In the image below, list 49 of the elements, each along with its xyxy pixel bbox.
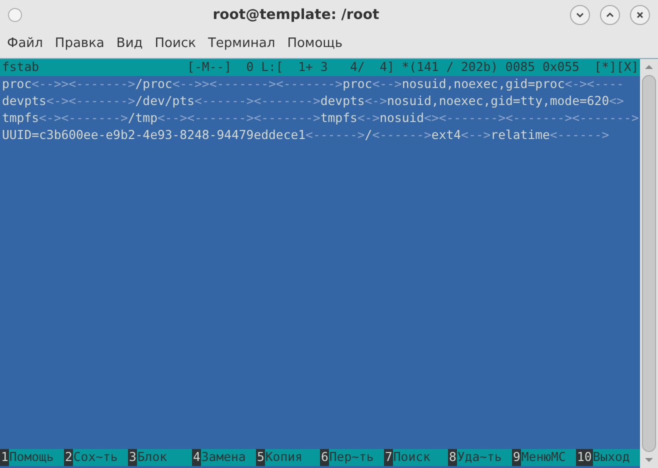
close-icon [635,10,645,20]
code-text: /proc [135,76,172,93]
code-text: devpts [2,93,46,110]
tab-marker: <><-------><-------><-------> [424,110,639,127]
code-text: /dev/pts [135,93,194,110]
tab-marker: <-><---- [564,76,624,93]
tab-marker: <-->><-------><-------> [172,76,343,93]
tab-marker: <------><-------> [194,93,320,110]
code-text: nosuid [380,110,424,127]
window-title: root@template: /root [212,6,380,24]
chevron-down-icon [575,10,585,20]
menu-item[interactable]: Правка [50,34,110,54]
tab-marker: <-> [364,93,387,110]
code-text: / [364,127,372,144]
tab-marker: <------> [306,127,365,144]
tab-marker: <> [609,93,624,110]
tab-marker: <------> [550,127,610,144]
tab-marker: <-><-------> [39,110,128,127]
scrollbar[interactable] [640,59,658,468]
scroll-down-icon[interactable] [644,456,654,464]
code-text: UUID=c3b600ee-e9b2-4e93-8248-94479eddece1 [2,127,306,144]
chevron-up-icon [605,10,615,20]
menu-item[interactable]: Файл [2,34,48,54]
tab-marker: <-><-------> [46,93,136,110]
tab-marker: <------> [372,127,432,144]
menu-item[interactable]: Вид [111,34,148,54]
close-button[interactable] [630,5,650,25]
tab-marker: <--><-------><-------> [158,110,320,127]
code-text: nosuid,noexec,gid=proc [402,76,565,93]
code-text: ext4 [431,127,462,144]
code-text: tmpfs [2,110,40,127]
code-text: devpts [320,93,365,110]
code-text: relatime [490,127,550,144]
menu-item[interactable]: Терминал [202,34,280,54]
minimize-button[interactable] [570,5,590,25]
tab-marker: <-> [357,110,380,127]
scroll-up-icon[interactable] [644,63,654,71]
menu-item[interactable]: Поиск [150,34,201,54]
code-text: nosuid,noexec,gid=tty,mode=620 [387,93,610,110]
editor-status-bar: fstab [-M--] 0 L:[ 1+ 3 4/ 4] *(141 / 202b) 0085 0x055 [*][X] [0,59,640,76]
tab-marker: <--> [372,76,402,93]
code-text: tmpfs [320,110,358,127]
tab-marker: <--> [461,127,491,144]
menu-item[interactable]: Помощь [282,34,348,54]
code-text: /tmp [128,110,158,127]
code-text: proc [2,76,32,93]
maximize-button[interactable] [600,5,620,25]
tab-marker: <-->><-------> [32,76,136,93]
code-text: proc [342,76,372,93]
